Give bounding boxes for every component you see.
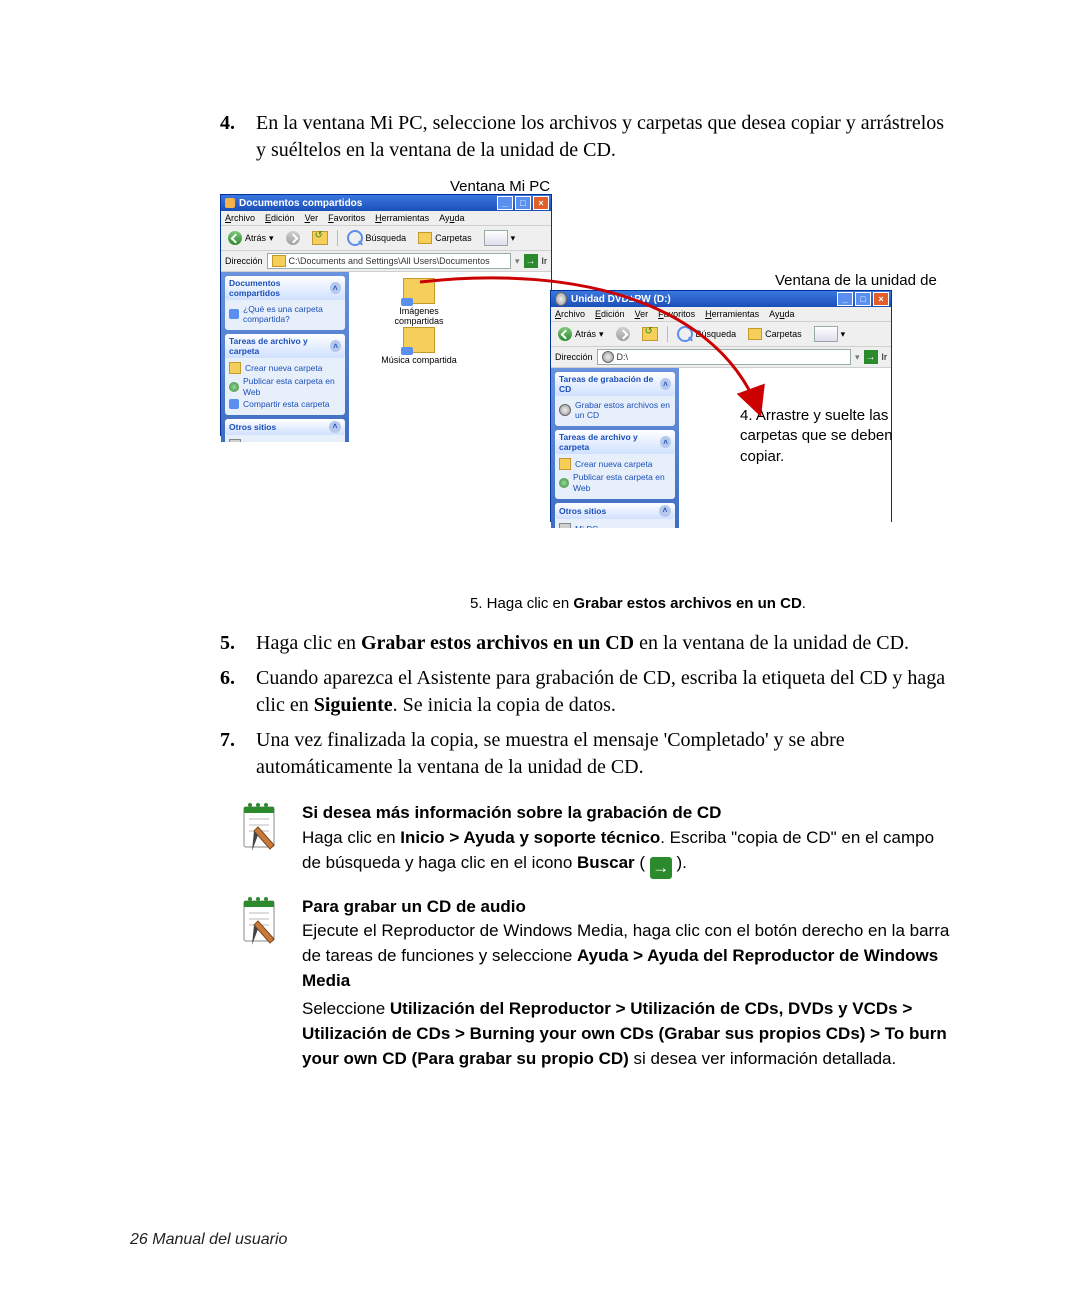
step-4-text: En la ventana Mi PC, seleccione los arch… [256,112,944,161]
sidebar: Documentos compartidos˄ ¿Qué es una carp… [221,272,349,442]
close-button[interactable]: × [873,292,889,306]
caption-step-5: 5. Haga clic en Grabar estos archivos en… [470,594,950,614]
panel-item-publish[interactable]: Publicar esta carpeta en Web [559,471,671,493]
panel-item-share[interactable]: Compartir esta carpeta [229,398,341,410]
menu-archivo[interactable]: AArchivorchivo [225,213,255,223]
note-heading: Para grabar un CD de audio [302,895,950,920]
step-4-num: 4. [220,110,235,137]
title-text: Documentos compartidos [239,198,362,209]
search-button[interactable]: Búsqueda [344,229,410,247]
panel-item-new-folder[interactable]: Crear nueva carpeta [229,361,341,375]
page-footer: 26 Manual del usuario [130,1231,287,1249]
panel-item-new-folder[interactable]: Crear nueva carpeta [559,457,671,471]
toolbar: Atrás ▾ Búsqueda Carpetas ▾ [221,226,551,251]
step-7: 7. Una vez finalizada la copia, se muest… [220,727,950,781]
step-4: 4. En la ventana Mi PC, seleccione los a… [220,110,950,164]
globe-icon [229,382,239,392]
search-arrow-icon: → [650,857,672,879]
maximize-button[interactable]: □ [515,196,531,210]
menubar: AArchivorchivo Edición Ver Favoritos Her… [221,211,551,226]
go-button[interactable]: → [524,254,538,268]
chevron-up-icon[interactable]: ˄ [329,421,341,433]
pc-icon [229,439,241,442]
note-body: Haga clic en Inicio > Ayuda y soporte té… [302,826,950,879]
note-body-2: Seleccione Utilización del Reproductor >… [302,997,950,1071]
globe-icon [559,478,569,488]
chevron-up-icon[interactable]: ˄ [659,505,671,517]
panel-item[interactable]: ¿Qué es una carpeta compartida? [229,303,341,325]
share-icon [229,399,239,409]
step-6: 6. Cuando aparezca el Asistente para gra… [220,665,950,719]
caption-mi-pc: Ventana Mi PC [450,178,550,195]
note-icon [240,895,282,1071]
panel-other-places: Otros sitios˄ Mi PC Mis documentos Mis s… [225,419,345,442]
address-bar: Dirección C:\Documents and Settings\All … [221,251,551,272]
share-icon [229,309,239,319]
menu-herramientas[interactable]: Herramientas [375,213,429,223]
menu-edicion[interactable]: Edición [265,213,295,223]
figure-area: Ventana Mi PC Ventana de la unidad de CD… [220,184,950,584]
note-audio-cd: Para grabar un CD de audio Ejecute el Re… [240,895,950,1071]
folder-icon [229,362,241,374]
close-button[interactable]: × [533,196,549,210]
menu-ver[interactable]: Ver [305,213,319,223]
search-icon [347,230,363,246]
panel-shared-docs: Documentos compartidos˄ ¿Qué es una carp… [225,276,345,330]
panel-file-tasks: Tareas de archivo y carpeta˄ Crear nueva… [225,334,345,415]
panel-other-places: Otros sitios˄ Mi PC Mis documentos Docum… [555,503,675,528]
chevron-up-icon[interactable]: ˄ [330,340,341,352]
panel-item-mipc[interactable]: Mi PC [559,522,671,528]
panel-item-publish[interactable]: Publicar esta carpeta en Web [229,375,341,397]
panel-item-mipc[interactable]: Mi PC [229,438,341,442]
minimize-button[interactable]: _ [497,196,513,210]
forward-button[interactable] [283,230,303,246]
menu-favoritos[interactable]: Favoritos [328,213,365,223]
drag-arrow [400,274,830,444]
folder-icon [559,458,571,470]
address-label: Dirección [225,256,263,266]
pc-icon [559,523,571,528]
note-icon [240,801,282,879]
folder-icon [272,255,286,267]
menu-ayuda[interactable]: Ayuda [439,213,464,223]
forward-icon [286,231,300,245]
step-5: 5. Haga clic en Grabar estos archivos en… [220,630,950,657]
note-heading: Si desea más información sobre la grabac… [302,801,950,826]
folders-icon [418,232,432,244]
folder-up-icon [312,231,328,245]
views-button[interactable]: ▾ [481,229,519,247]
note-cd-info: Si desea más información sobre la grabac… [240,801,950,879]
up-button[interactable] [309,230,331,246]
go-button[interactable]: → [864,350,878,364]
folder-icon [225,198,235,208]
note-body-1: Ejecute el Reproductor de Windows Media,… [302,919,950,993]
folders-button[interactable]: Carpetas [415,231,475,245]
address-input[interactable]: C:\Documents and Settings\All Users\Docu… [267,253,511,269]
minimize-button[interactable]: _ [837,292,853,306]
maximize-button[interactable]: □ [855,292,871,306]
chevron-up-icon[interactable]: ˄ [330,282,342,294]
back-button[interactable]: Atrás ▾ [225,230,277,246]
titlebar[interactable]: Documentos compartidos _ □ × [221,195,551,211]
back-icon [228,231,242,245]
views-icon [484,230,508,246]
